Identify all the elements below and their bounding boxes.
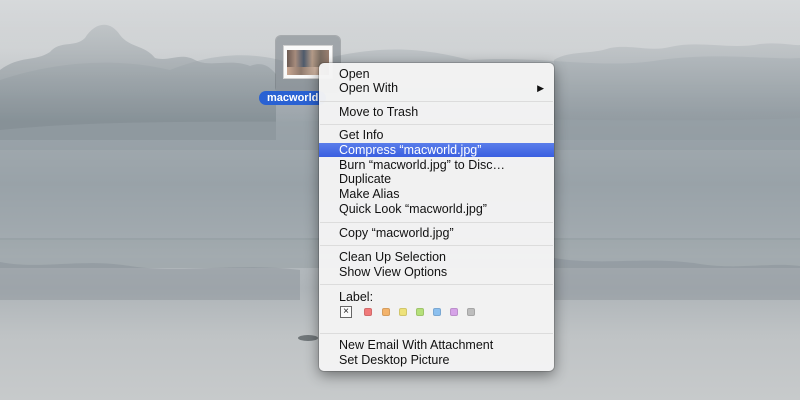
- menu-separator: [320, 333, 553, 334]
- label-green-swatch[interactable]: [416, 308, 424, 316]
- label-gray-swatch[interactable]: [467, 308, 475, 316]
- context-menu: Open Open With ▶ Move to Trash Get Info …: [319, 63, 554, 371]
- menu-item-move-to-trash[interactable]: Move to Trash: [319, 105, 554, 119]
- menu-item-show-view-options[interactable]: Show View Options: [319, 265, 554, 279]
- label-none-button[interactable]: ×: [340, 306, 352, 318]
- menu-item-quick-look[interactable]: Quick Look “macworld.jpg”: [319, 202, 554, 216]
- menu-item-clean-up-selection[interactable]: Clean Up Selection: [319, 250, 554, 264]
- menu-item-compress[interactable]: Compress “macworld.jpg”: [319, 143, 554, 157]
- label-orange-swatch[interactable]: [382, 308, 390, 316]
- submenu-arrow-icon: ▶: [537, 83, 544, 93]
- menu-item-open-with[interactable]: Open With ▶: [319, 81, 554, 95]
- menu-separator: [320, 222, 553, 223]
- menu-item-make-alias[interactable]: Make Alias: [319, 187, 554, 201]
- menu-separator: [320, 124, 553, 125]
- label-yellow-swatch[interactable]: [399, 308, 407, 316]
- menu-item-duplicate[interactable]: Duplicate: [319, 172, 554, 186]
- menu-separator: [320, 101, 553, 102]
- menu-item-open[interactable]: Open: [319, 67, 554, 81]
- menu-item-burn-to-disc[interactable]: Burn “macworld.jpg” to Disc…: [319, 158, 554, 172]
- menu-item-get-info[interactable]: Get Info: [319, 128, 554, 142]
- menu-item-set-desktop-picture[interactable]: Set Desktop Picture: [319, 353, 554, 367]
- menu-item-open-with-label: Open With: [339, 81, 399, 95]
- file-name-label[interactable]: macworld: [259, 91, 327, 105]
- menu-item-copy[interactable]: Copy “macworld.jpg”: [319, 226, 554, 240]
- menu-separator: [320, 284, 553, 285]
- menu-item-new-email-with-attachment[interactable]: New Email With Attachment: [319, 338, 554, 352]
- menu-separator: [320, 245, 553, 246]
- label-red-swatch[interactable]: [364, 308, 372, 316]
- label-section-title: Label:: [339, 290, 374, 304]
- label-purple-swatch[interactable]: [450, 308, 458, 316]
- label-blue-swatch[interactable]: [433, 308, 441, 316]
